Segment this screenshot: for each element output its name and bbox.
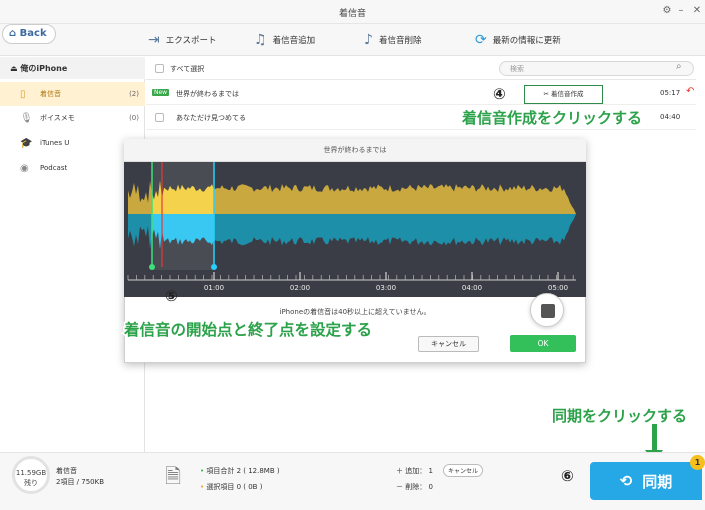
dialog-message: iPhoneの着信音は40秒以上に超えていません。: [279, 308, 431, 316]
podcast-icon: ◉: [20, 162, 29, 174]
storage-size: 11.59GB: [15, 469, 47, 477]
waveform-editor[interactable]: 01:00 02:00 03:00 04:00 05:00: [124, 162, 586, 297]
selected-items-text: 選択項目 0 ( 0B ): [206, 483, 263, 491]
timeline-tick-label: 05:00: [548, 284, 568, 292]
delete-ringtone-label: 着信音削除: [378, 36, 422, 46]
delete-ringtone-button[interactable]: ♪ 着信音削除: [364, 32, 422, 48]
row-checkbox[interactable]: [155, 113, 164, 122]
refresh-icon: ⟳: [475, 32, 487, 48]
step5-number: ⑤: [165, 287, 178, 305]
timeline-tick-label: 02:00: [290, 284, 310, 292]
sidebar-item-label: 着信音: [40, 90, 61, 98]
add-ringtone-icon: ♫: [254, 32, 267, 48]
stop-icon: [541, 304, 555, 318]
storage-label: 残り: [24, 479, 38, 487]
select-all-checkbox[interactable]: [155, 64, 164, 73]
make-ringtone-button[interactable]: ✂ 着信音作成: [524, 85, 603, 104]
end-handle: [211, 264, 217, 270]
eject-icon: ⏏: [10, 64, 21, 73]
ok-button[interactable]: OK: [510, 335, 576, 352]
sidebar-item-voice-memos[interactable]: 🎙 ボイスメモ (0): [0, 106, 145, 130]
search-input[interactable]: 検索: [499, 61, 694, 76]
back-button[interactable]: ⌂ Back: [2, 24, 56, 44]
sidebar-item-count: (2): [129, 90, 139, 98]
export-label: エクスポート: [165, 36, 217, 46]
sync-icon: ⟲: [619, 472, 633, 490]
phone-icon: ▯: [20, 88, 26, 100]
microphone-icon: 🎙: [20, 112, 33, 124]
selection-region: [152, 162, 214, 270]
step6-number: ⑥: [561, 467, 574, 485]
total-items-text: 項目合計 2 ( 12.8MB ): [206, 467, 280, 475]
sidebar-item-label: Podcast: [40, 164, 68, 172]
total-items: • 項目合計 2 ( 12.8MB ): [200, 466, 280, 476]
row-duration: 04:40: [660, 113, 681, 121]
sidebar-item-label: iTunes U: [40, 139, 70, 147]
sidebar-item-ringtones[interactable]: ▯ 着信音 (2): [0, 82, 145, 106]
category-detail: 2項目 / 750KB: [56, 478, 105, 486]
undo-icon[interactable]: ↶: [686, 86, 694, 97]
search-placeholder: 検索: [510, 65, 524, 73]
delete-ringtone-icon: ♪: [364, 32, 373, 48]
start-handle: [149, 264, 155, 270]
window-title: 着信音: [338, 9, 366, 19]
device-name: 俺のiPhone: [20, 64, 68, 73]
cancel-button[interactable]: キャンセル: [418, 336, 479, 352]
scissors-icon: ✂: [543, 90, 551, 98]
refresh-label: 最新の情報に更新: [492, 36, 561, 46]
new-badge: New: [152, 89, 170, 96]
graduation-cap-icon: 🎓: [20, 137, 33, 149]
step5-annotation: 着信音の開始点と終了点を設定する: [122, 320, 373, 341]
row-title: あなただけ見つめてる: [176, 114, 246, 122]
sidebar-item-count: (0): [129, 114, 139, 122]
close-icon[interactable]: ✕: [690, 4, 704, 18]
make-ringtone-label: 着信音作成: [551, 90, 584, 98]
stop-button[interactable]: [530, 293, 564, 327]
add-count: ＋ 追加： 1: [396, 467, 433, 475]
category-name: 着信音: [56, 467, 77, 475]
selected-items: • 選択項目 0 ( 0B ): [200, 482, 262, 492]
add-ringtone-button[interactable]: ♫ 着信音追加: [254, 32, 316, 48]
back-arrow-icon: ⌂: [9, 28, 20, 39]
select-all-label: すべて選択: [170, 65, 205, 73]
row-title: 世界が終わるまでは: [176, 90, 239, 98]
timeline-tick-label: 01:00: [204, 284, 224, 292]
sidebar-item-label: ボイスメモ: [40, 114, 75, 122]
step4-number: ④: [493, 85, 506, 103]
timeline-tick-label: 04:00: [462, 284, 482, 292]
storage-gauge: 11.59GB 残り: [12, 456, 50, 494]
export-icon: ⇥: [148, 32, 160, 48]
step4-annotation: 着信音作成をクリックする: [460, 108, 643, 129]
export-button[interactable]: ⇥ エクスポート: [148, 32, 217, 48]
back-label: Back: [19, 28, 47, 39]
cancel-add-button[interactable]: キャンセル: [443, 464, 484, 477]
sync-count-badge: 1: [690, 455, 705, 470]
sync-label: 同期: [642, 472, 673, 491]
step6-annotation: 同期をクリックする: [550, 406, 688, 427]
device-header[interactable]: ⏏ 俺のiPhone: [0, 57, 145, 79]
timeline-tick-label: 03:00: [376, 284, 396, 292]
search-icon[interactable]: ⌕: [676, 61, 682, 72]
sync-button[interactable]: ⟲ 同期: [590, 462, 702, 500]
info-document-icon: 🗎: [165, 464, 182, 488]
settings-icon[interactable]: ⚙: [660, 4, 674, 18]
row-duration: 05:17: [660, 89, 681, 97]
toolbar: [0, 24, 705, 56]
dialog-title: 世界が終わるまでは: [124, 139, 586, 162]
add-ringtone-label: 着信音追加: [272, 36, 316, 46]
remove-count: － 削除： 0: [396, 483, 433, 491]
minimize-icon[interactable]: –: [674, 4, 688, 18]
refresh-button[interactable]: ⟳ 最新の情報に更新: [475, 32, 561, 48]
